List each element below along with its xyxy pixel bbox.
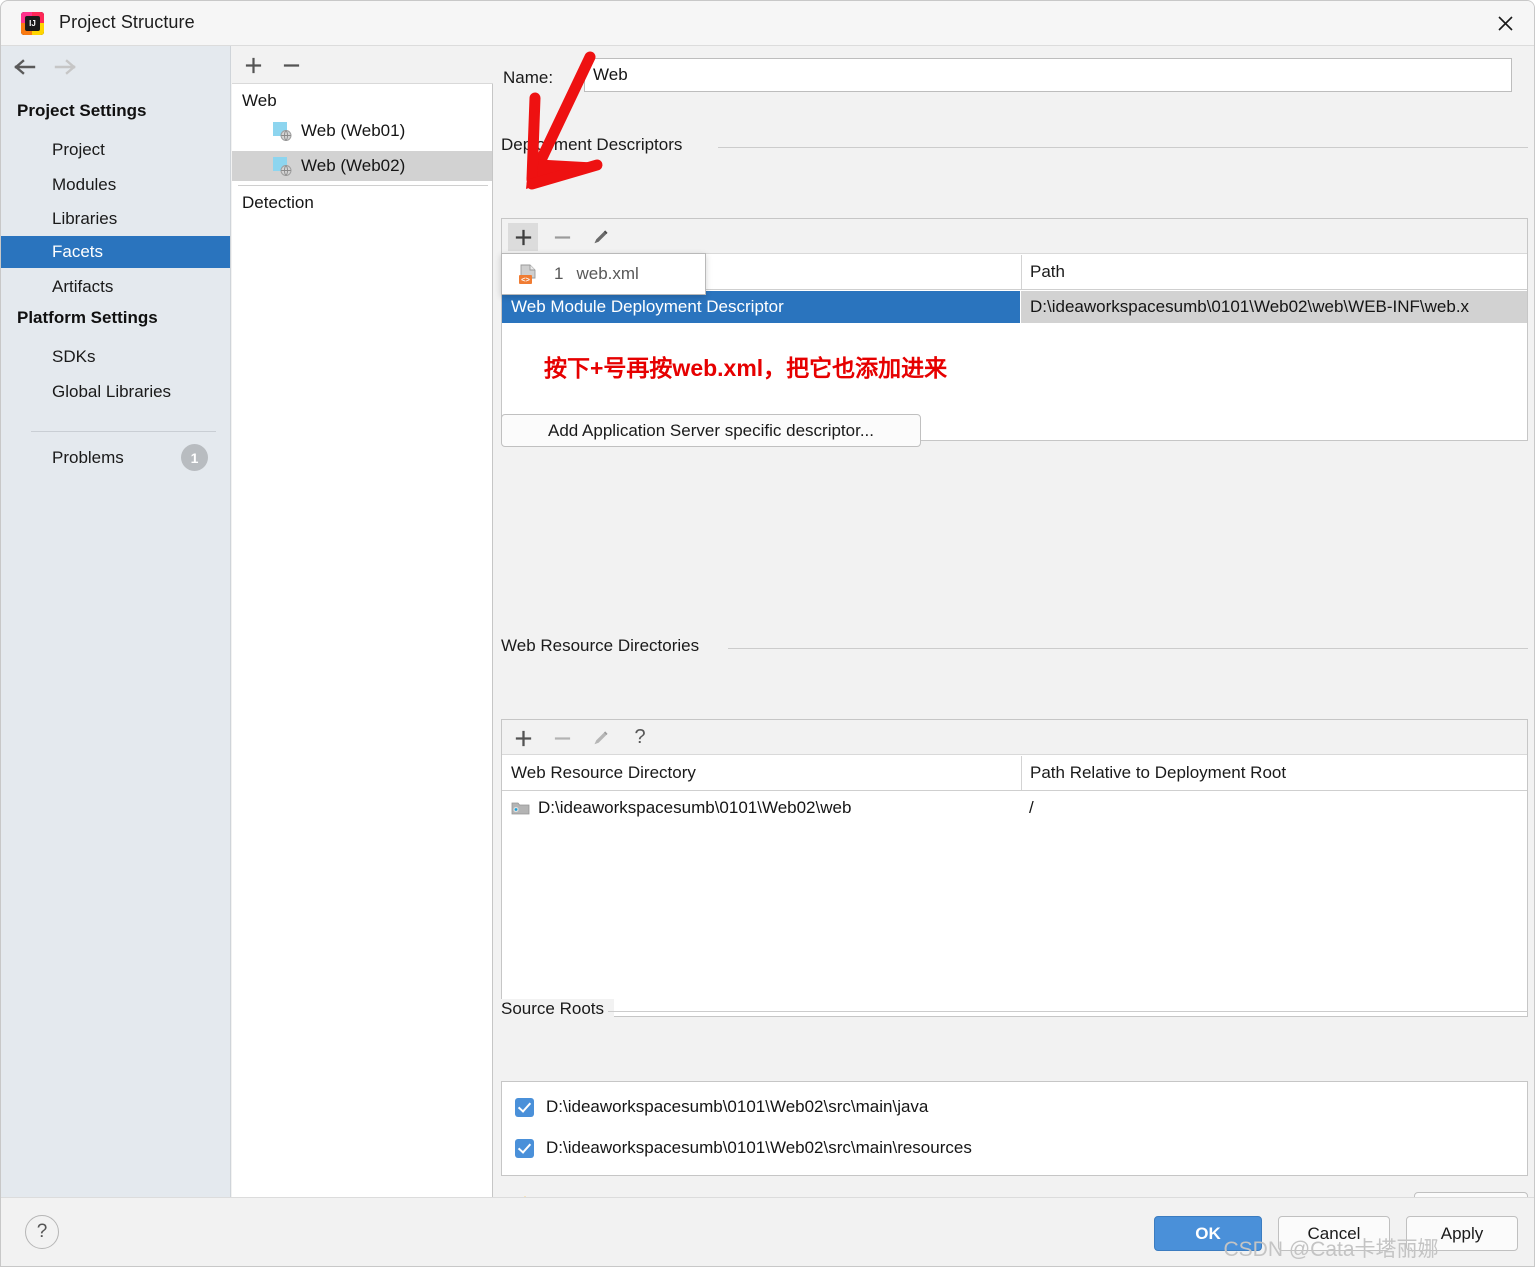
web-resource-directories-panel: ? Web Resource Directory Path Relative t… [501, 719, 1528, 1017]
web-resource-directories-label: Web Resource Directories [501, 636, 710, 656]
web-resource-directory-value: D:\ideaworkspacesumb\0101\Web02\web [538, 797, 852, 817]
sidebar-item-artifacts[interactable]: Artifacts [1, 271, 230, 303]
facets-tree-toolbar [232, 46, 493, 84]
name-label: Name: [503, 68, 554, 87]
deployment-descriptors-panel: Path Web Module Deployment Descriptor D:… [501, 218, 1528, 441]
web-resource-directories-group-header: Web Resource Directories [501, 636, 1528, 658]
name-input[interactable] [584, 58, 1512, 92]
tree-row-web-group[interactable]: Web [232, 86, 492, 116]
source-root-item-java[interactable]: D:\ideaworkspacesumb\0101\Web02\src\main… [515, 1093, 928, 1121]
tree-row-web02[interactable]: Web (Web02) [232, 151, 492, 181]
source-root-label: D:\ideaworkspacesumb\0101\Web02\src\main… [546, 1138, 972, 1157]
pencil-icon[interactable] [586, 223, 616, 251]
checkbox-checked-icon[interactable] [515, 1097, 534, 1117]
sidebar-divider [31, 431, 216, 432]
tree-row-web01[interactable]: Web (Web01) [232, 116, 492, 146]
group-rule [718, 147, 1528, 148]
ok-button[interactable]: OK [1154, 1216, 1262, 1251]
sidebar-group-project-settings: Project Settings [17, 101, 147, 120]
remove-facet-button[interactable] [276, 51, 306, 79]
arrow-left-icon[interactable] [12, 56, 38, 78]
svg-text:IJ: IJ [29, 19, 36, 28]
group-rule [728, 648, 1528, 649]
popup-menu-item-label: web.xml [576, 264, 639, 283]
deployment-descriptors-toolbar [502, 219, 1527, 254]
popup-menu-item-webxml[interactable]: <> 1 web.xml [502, 254, 705, 294]
tree-divider [238, 185, 488, 186]
add-facet-button[interactable] [238, 51, 268, 79]
source-root-item-resources[interactable]: D:\ideaworkspacesumb\0101\Web02\src\main… [515, 1134, 972, 1162]
sidebar-item-project[interactable]: Project [1, 134, 230, 166]
add-web-resource-button[interactable] [508, 724, 538, 752]
apply-button[interactable]: Apply [1406, 1216, 1518, 1251]
column-header-web-resource-directory[interactable]: Web Resource Directory [511, 763, 696, 783]
sidebar-item-libraries[interactable]: Libraries [1, 203, 230, 235]
deployment-descriptors-group-header: Deployment Descriptors [501, 135, 1528, 157]
facets-tree-body: Web Web (Web01) Web (Web02) Detection [232, 85, 492, 1197]
xml-file-icon: <> [518, 264, 539, 290]
sidebar-item-sdks[interactable]: SDKs [1, 341, 230, 373]
remove-web-resource-button[interactable] [547, 724, 577, 752]
web-resource-table-header: Web Resource Directory Path Relative to … [502, 756, 1527, 791]
table-row[interactable]: Web Module Deployment Descriptor D:\idea… [502, 291, 1527, 323]
descriptor-name-cell: Web Module Deployment Descriptor [502, 291, 1020, 323]
help-button[interactable]: ? [25, 1215, 59, 1249]
settings-sidebar: Project Settings Project Modules Librari… [1, 46, 231, 1197]
close-icon[interactable] [1474, 1, 1534, 45]
tree-row-label: Web [242, 91, 277, 110]
deployment-descriptors-label: Deployment Descriptors [501, 135, 693, 155]
dialog-footer: ? OK Cancel Apply [1, 1197, 1534, 1266]
sidebar-nav [1, 46, 231, 88]
facet-detail-panel: Name: Deployment Descriptors [493, 46, 1534, 1230]
window-title: Project Structure [59, 12, 195, 32]
source-roots-group-header: Source Roots [501, 999, 1528, 1021]
arrow-right-icon[interactable] [52, 56, 78, 78]
sidebar-item-problems-label: Problems [52, 448, 124, 467]
web-facet-icon [273, 121, 292, 141]
tree-row-label: Web (Web01) [301, 121, 406, 140]
facets-tree-panel: Web Web (Web01) Web (Web02) Detection [232, 46, 493, 1197]
intellij-idea-icon: IJ [21, 12, 44, 35]
group-rule [608, 1011, 1528, 1012]
sidebar-item-problems[interactable]: Problems 1 [1, 442, 230, 474]
project-structure-dialog: IJ Project Structure Project Settings Pr… [0, 0, 1535, 1267]
sidebar-group-platform-settings: Platform Settings [17, 308, 158, 327]
column-header-path[interactable]: Path [1030, 262, 1065, 282]
table-row[interactable]: D:\ideaworkspacesumb\0101\Web02\web / [502, 792, 1527, 823]
add-descriptor-button[interactable] [508, 223, 538, 251]
remove-descriptor-button[interactable] [547, 223, 577, 251]
question-icon[interactable]: ? [625, 723, 655, 751]
source-roots-panel: D:\ideaworkspacesumb\0101\Web02\src\main… [501, 1081, 1528, 1176]
tree-row-label: Web (Web02) [301, 156, 406, 175]
sidebar-item-facets[interactable]: Facets [1, 236, 230, 268]
checkbox-checked-icon[interactable] [515, 1138, 534, 1158]
add-descriptor-popup-menu: <> 1 web.xml [501, 253, 706, 295]
tree-row-label: Detection [242, 193, 314, 212]
sidebar-item-modules[interactable]: Modules [1, 169, 230, 201]
web-resource-directory-cell: D:\ideaworkspacesumb\0101\Web02\web [511, 792, 851, 823]
svg-text:<>: <> [521, 275, 530, 284]
tree-row-detection[interactable]: Detection [232, 188, 492, 218]
title-bar: IJ Project Structure [1, 1, 1534, 46]
source-root-label: D:\ideaworkspacesumb\0101\Web02\src\main… [546, 1097, 929, 1116]
web-facet-icon [273, 156, 292, 176]
sidebar-item-global-libraries[interactable]: Global Libraries [1, 376, 230, 408]
pencil-icon[interactable] [586, 724, 616, 752]
cancel-button[interactable]: Cancel [1278, 1216, 1390, 1251]
web-resource-relative-path-cell: / [1029, 797, 1034, 817]
add-application-server-descriptor-button[interactable]: Add Application Server specific descript… [501, 414, 921, 447]
annotation-note: 按下+号再按web.xml，把它也添加进来 [544, 355, 948, 381]
folder-icon [511, 800, 530, 816]
column-divider[interactable] [1021, 255, 1022, 289]
source-roots-label: Source Roots [501, 999, 614, 1019]
descriptor-path-cell: D:\ideaworkspacesumb\0101\Web02\web\WEB-… [1021, 291, 1527, 323]
web-resource-directories-toolbar: ? [502, 720, 1527, 755]
popup-menu-item-index: 1 [554, 264, 564, 283]
problems-count-badge: 1 [181, 444, 208, 471]
column-divider[interactable] [1021, 756, 1022, 790]
column-header-path-relative[interactable]: Path Relative to Deployment Root [1030, 763, 1286, 783]
